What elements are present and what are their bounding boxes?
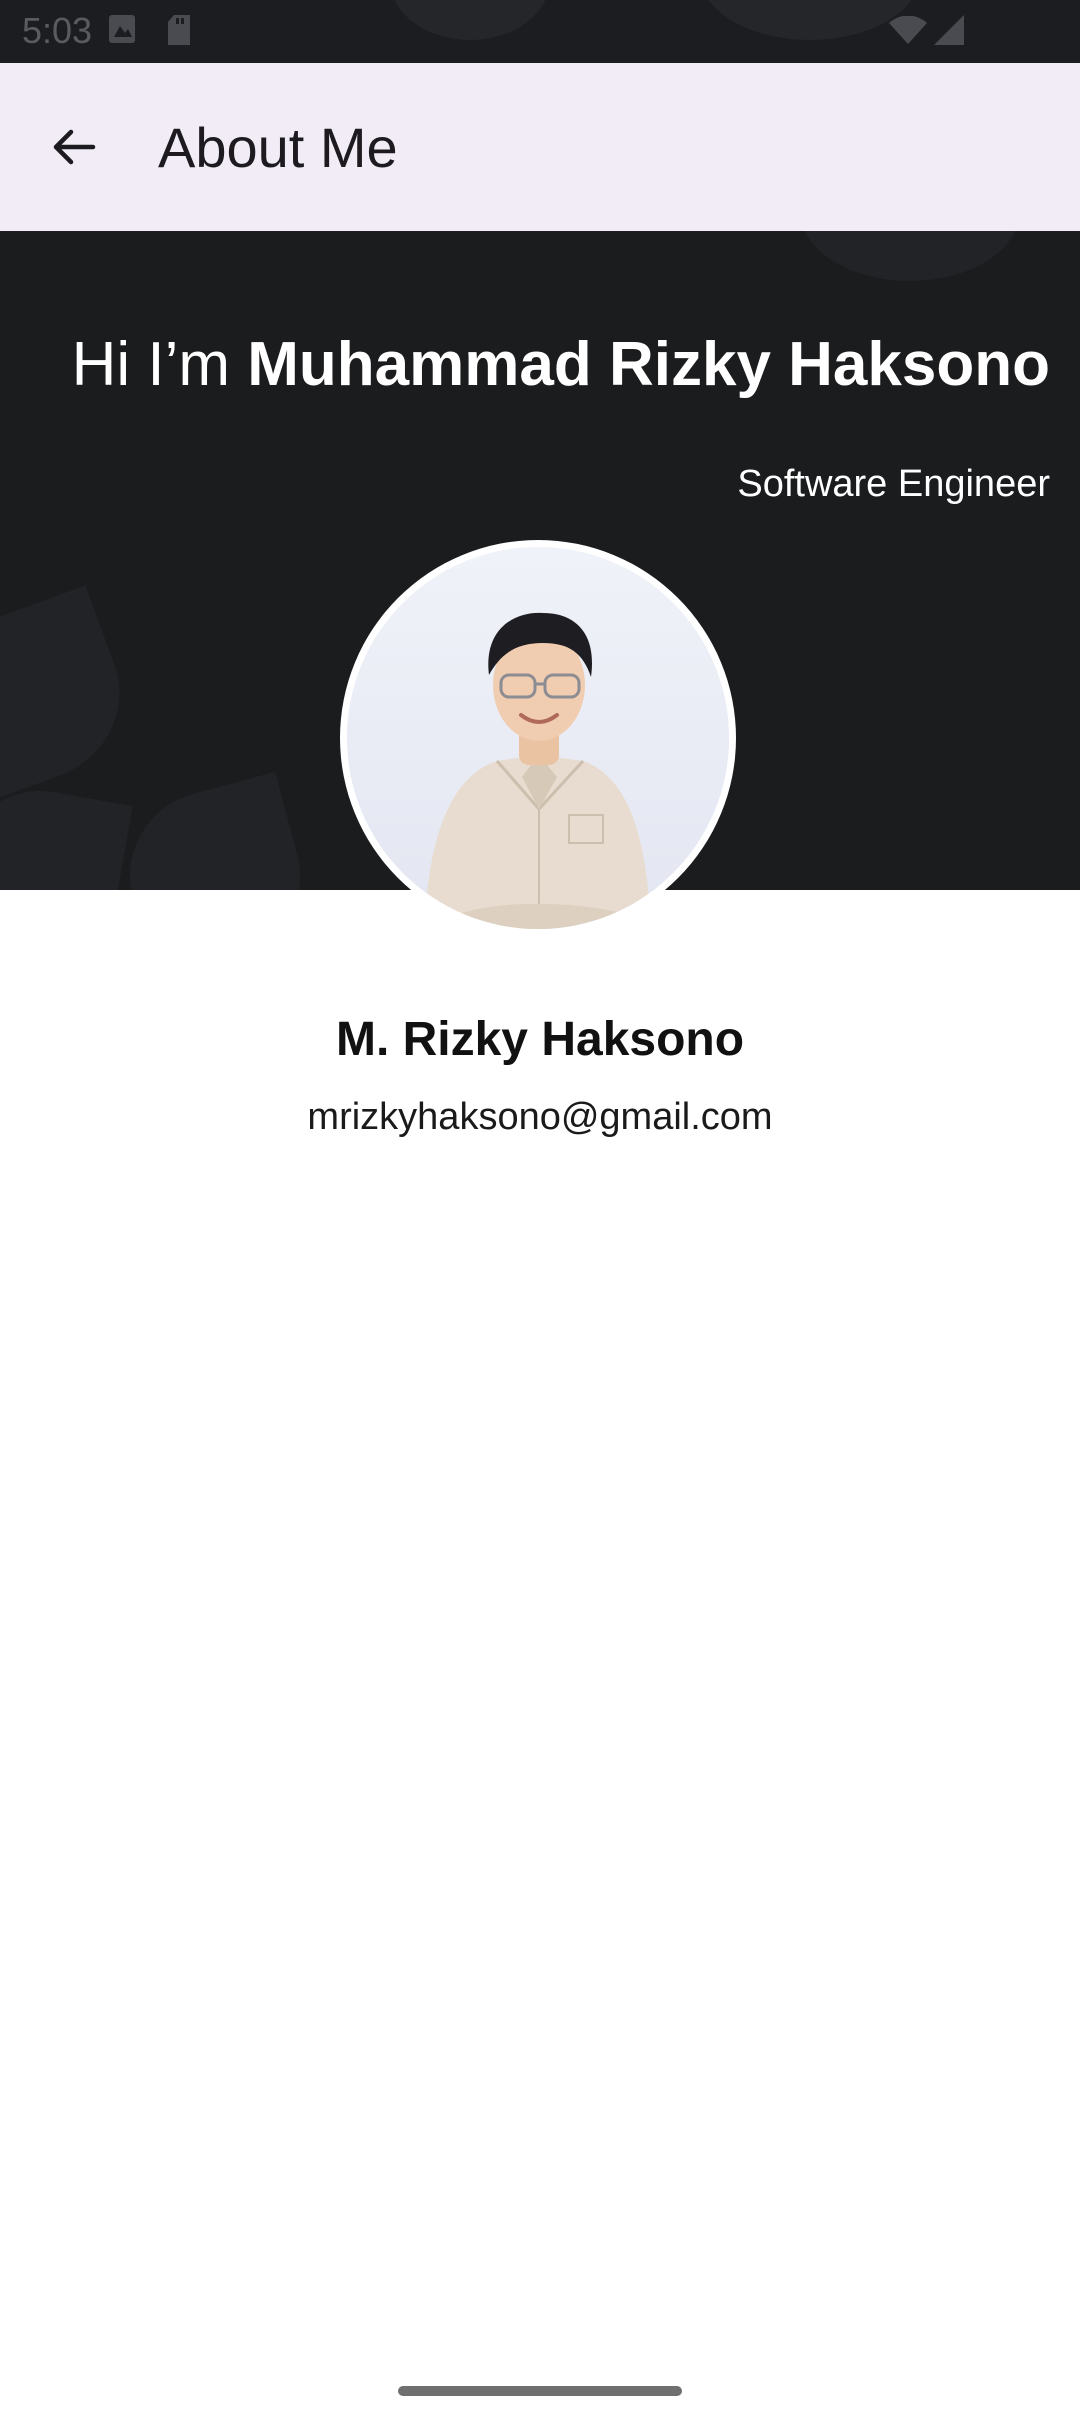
job-title: Software Engineer: [737, 463, 1050, 505]
arrow-left-icon: [49, 123, 97, 176]
profile-name: M. Rizky Haksono: [335, 1013, 745, 1066]
hero-decoration: [800, 231, 1020, 281]
top-app-bar: About Me: [0, 63, 1080, 231]
profile-email: mrizkyhaksono@gmail.com: [307, 1096, 773, 1138]
home-indicator[interactable]: [398, 2386, 682, 2396]
signal-icon: [932, 14, 966, 51]
page-title: About Me: [158, 116, 398, 179]
hero-greeting: Hi I’m Muhammad Rizky Haksono: [0, 325, 1050, 405]
status-bar-decoration: [390, 0, 550, 40]
image-icon: [108, 14, 136, 49]
sd-card-icon: [166, 14, 192, 51]
back-button[interactable]: [30, 106, 116, 192]
status-time: 5:03: [22, 10, 93, 51]
hero-decoration: [0, 585, 144, 807]
avatar: [340, 540, 736, 936]
hero-decoration: [0, 778, 133, 890]
about-me-screen: 5:03 About Me Hi I’m Muhammad Rizky Haks…: [0, 0, 1080, 2424]
hero-decoration: [110, 771, 320, 890]
full-name: Muhammad Rizky Haksono: [247, 330, 1050, 399]
status-bar: 5:03: [0, 0, 1080, 63]
status-bar-decoration: [700, 0, 920, 40]
wifi-icon: [888, 15, 928, 51]
profile-photo: [347, 547, 729, 929]
greeting-prefix: Hi I’m: [71, 330, 248, 399]
